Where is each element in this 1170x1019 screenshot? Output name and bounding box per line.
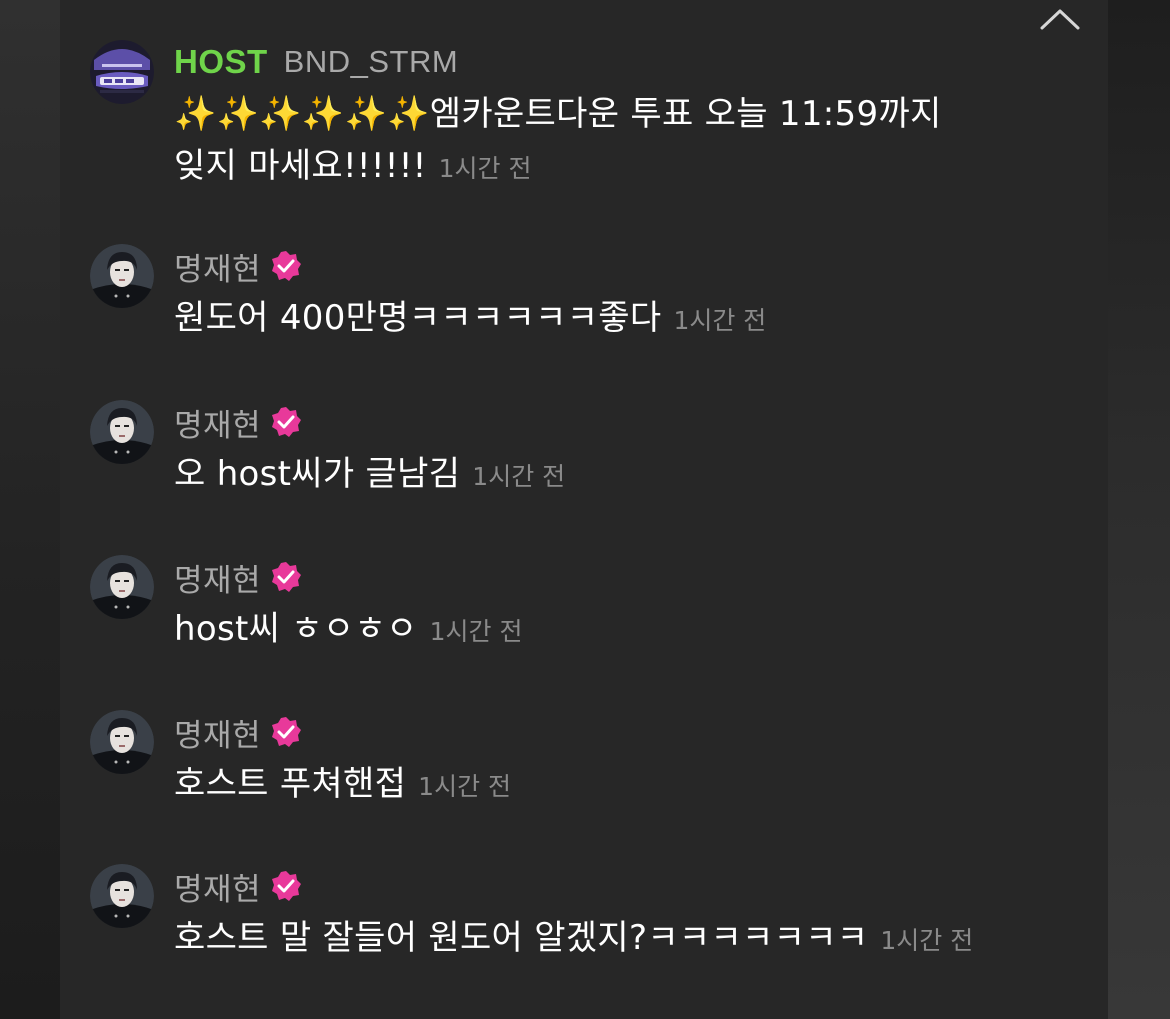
verified-badge-icon [270, 406, 302, 438]
message-body: 오 host씨가 글남김 [174, 454, 461, 494]
avatar[interactable] [90, 710, 154, 774]
timestamp: 1시간 전 [418, 772, 512, 801]
collapse-button[interactable] [1038, 4, 1082, 34]
host-badge: HOST [174, 43, 268, 80]
avatar[interactable] [90, 864, 154, 928]
author-row: 명재현 [174, 244, 1080, 288]
message-content: HOST BND_STRM ✨✨✨✨✨✨엠카운트다운 투표 오늘 11:59까지… [174, 40, 1080, 195]
author-row: 명재현 [174, 555, 1080, 599]
chevron-up-icon [1040, 9, 1080, 30]
message-text: 원도어 400만명ㅋㅋㅋㅋㅋㅋ좋다 1시간 전 [174, 292, 1080, 347]
message-text: host씨 ㅎㅇㅎㅇ 1시간 전 [174, 603, 1080, 658]
verified-badge-icon [270, 716, 302, 748]
avatar[interactable] [90, 555, 154, 619]
message-text: 호스트 푸쳐핸접 1시간 전 [174, 758, 1080, 813]
author-name[interactable]: BND_STRM [284, 44, 459, 80]
author-name[interactable]: 명재현 [174, 400, 261, 445]
timestamp: 1시간 전 [673, 306, 767, 335]
message-body: ✨✨✨✨✨✨엠카운트다운 투표 오늘 11:59까지 잊지 마세요!!!!!! [174, 94, 942, 186]
avatar[interactable] [90, 400, 154, 464]
author-name[interactable]: 명재현 [174, 710, 261, 755]
backdrop-left [0, 0, 60, 1019]
message-body: host씨 ㅎㅇㅎㅇ [174, 609, 418, 649]
message-text: 오 host씨가 글남김 1시간 전 [174, 448, 1080, 503]
avatar[interactable] [90, 244, 154, 308]
author-name[interactable]: 명재현 [174, 244, 261, 289]
timestamp: 1시간 전 [429, 617, 523, 646]
message-body: 호스트 푸쳐핸접 [174, 764, 407, 804]
message-text: 호스트 말 잘들어 원도어 알겠지?ㅋㅋㅋㅋㅋㅋㅋ 1시간 전 [174, 912, 1034, 967]
backdrop-right [1108, 0, 1170, 1019]
timestamp: 1시간 전 [880, 926, 974, 955]
author-row: 명재현 [174, 400, 1080, 444]
message-content: 명재현 원도어 400만명ㅋㅋㅋㅋㅋㅋ좋다 1시간 전 [174, 244, 1080, 347]
message-content: 명재현 호스트 말 잘들어 원도어 알겠지?ㅋㅋㅋㅋㅋㅋㅋ 1시간 전 [174, 864, 1080, 967]
avatar[interactable] [90, 40, 154, 104]
message-content: 명재현 host씨 ㅎㅇㅎㅇ 1시간 전 [174, 555, 1080, 658]
message-body: 호스트 말 잘들어 원도어 알겠지?ㅋㅋㅋㅋㅋㅋㅋ [174, 918, 869, 958]
message-text: ✨✨✨✨✨✨엠카운트다운 투표 오늘 11:59까지 잊지 마세요!!!!!! 1… [174, 88, 944, 195]
author-row: 명재현 [174, 864, 1080, 908]
chat-panel: HOST BND_STRM ✨✨✨✨✨✨엠카운트다운 투표 오늘 11:59까지… [60, 0, 1108, 1019]
verified-badge-icon [270, 870, 302, 902]
verified-badge-icon [270, 250, 302, 282]
message-content: 명재현 호스트 푸쳐핸접 1시간 전 [174, 710, 1080, 813]
timestamp: 1시간 전 [438, 154, 532, 183]
author-row: 명재현 [174, 710, 1080, 754]
author-name[interactable]: 명재현 [174, 864, 261, 909]
timestamp: 1시간 전 [472, 462, 566, 491]
message-body: 원도어 400만명ㅋㅋㅋㅋㅋㅋ좋다 [174, 298, 662, 338]
verified-badge-icon [270, 561, 302, 593]
author-row: HOST BND_STRM [174, 40, 1080, 84]
message-content: 명재현 오 host씨가 글남김 1시간 전 [174, 400, 1080, 503]
author-name[interactable]: 명재현 [174, 555, 261, 600]
